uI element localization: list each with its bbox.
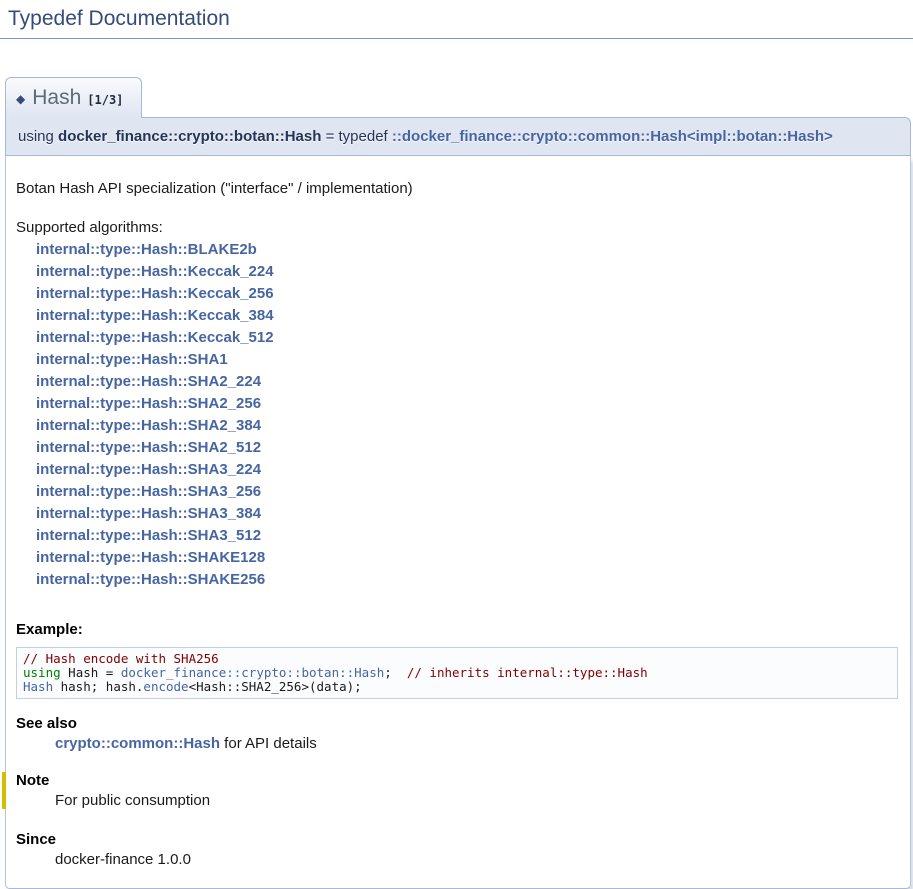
member-tab: ◆ Hash [1/3] (5, 77, 142, 118)
algorithm-link[interactable]: internal::type::Hash::SHA3_512 (36, 525, 900, 547)
algorithm-link[interactable]: internal::type::Hash::Keccak_256 (36, 283, 900, 305)
example-heading: Example: (16, 621, 900, 638)
description-text: Botan Hash API specialization ("interfac… (16, 180, 900, 197)
member-name: Hash (32, 86, 81, 109)
algorithm-link[interactable]: internal::type::Hash::Keccak_224 (36, 261, 900, 283)
code-line: using Hash = docker_finance::crypto::bot… (23, 666, 891, 680)
overload-badge: [1/3] (87, 93, 123, 107)
code-text: = typedef (321, 128, 391, 145)
see-also-content: crypto::common::Hash for API details (55, 735, 900, 752)
code-text: hash; hash. (53, 679, 143, 694)
algorithm-link[interactable]: internal::type::Hash::BLAKE2b (36, 239, 900, 261)
algorithm-link[interactable]: internal::type::Hash::SHAKE256 (36, 569, 900, 591)
see-also-text: for API details (220, 735, 317, 752)
code-text: // Hash encode with SHA256 (23, 651, 219, 666)
since-heading: Since (16, 831, 900, 848)
code-link[interactable]: encode (143, 679, 188, 694)
algorithm-link[interactable]: internal::type::Hash::SHA3_224 (36, 459, 900, 481)
algorithm-link[interactable]: internal::type::Hash::SHAKE128 (36, 547, 900, 569)
supported-algorithms-heading: Supported algorithms: (16, 217, 900, 239)
algorithm-link[interactable]: internal::type::Hash::SHA2_224 (36, 371, 900, 393)
note-text: For public consumption (55, 792, 900, 809)
member-declaration: using docker_finance::crypto::botan::Has… (5, 117, 911, 156)
code-text: using (18, 128, 58, 145)
algorithm-link[interactable]: internal::type::Hash::SHA3_384 (36, 503, 900, 525)
see-also-heading: See also (16, 715, 900, 732)
algorithm-link[interactable]: internal::type::Hash::SHA2_384 (36, 415, 900, 437)
algorithm-list: internal::type::Hash::BLAKE2binternal::t… (36, 239, 900, 591)
code-link[interactable]: Hash (23, 679, 53, 694)
code-text: using (23, 665, 61, 680)
algorithm-link[interactable]: internal::type::Hash::SHA2_512 (36, 437, 900, 459)
code-text: <Hash::SHA2_256>(data); (189, 679, 362, 694)
algorithm-link[interactable]: internal::type::Hash::SHA2_256 (36, 393, 900, 415)
note-heading: Note (16, 772, 900, 789)
since-section: Since docker-finance 1.0.0 (16, 831, 900, 868)
see-also-link[interactable]: crypto::common::Hash (55, 735, 220, 752)
code-block: // Hash encode with SHA256using Hash = d… (16, 647, 898, 699)
note-section: Note For public consumption (2, 772, 900, 809)
member-section: ◆Hash[1/3] using docker_finance::crypto:… (5, 77, 911, 889)
algorithm-link[interactable]: internal::type::Hash::Keccak_512 (36, 327, 900, 349)
code-text: // inherits internal::type::Hash (407, 665, 648, 680)
code-line: // Hash encode with SHA256 (23, 652, 891, 666)
algorithm-link[interactable]: internal::type::Hash::SHA3_256 (36, 481, 900, 503)
algorithm-link[interactable]: internal::type::Hash::Keccak_384 (36, 305, 900, 327)
code-link[interactable]: ::docker_finance::crypto::common::Hash<i… (392, 128, 833, 145)
page-title: Typedef Documentation (0, 0, 913, 39)
permalink-icon[interactable]: ◆ (16, 92, 25, 106)
member-doc: Botan Hash API specialization ("interfac… (5, 156, 911, 889)
code-text: docker_finance::crypto::botan::Hash (58, 128, 321, 145)
code-line: Hash hash; hash.encode<Hash::SHA2_256>(d… (23, 680, 891, 694)
algorithm-link[interactable]: internal::type::Hash::SHA1 (36, 349, 900, 371)
code-link[interactable]: docker_finance::crypto::botan::Hash (121, 665, 384, 680)
since-text: docker-finance 1.0.0 (55, 851, 900, 868)
code-text: ; (384, 665, 407, 680)
see-also-section: See also crypto::common::Hash for API de… (16, 715, 900, 752)
code-text: Hash = (61, 665, 121, 680)
